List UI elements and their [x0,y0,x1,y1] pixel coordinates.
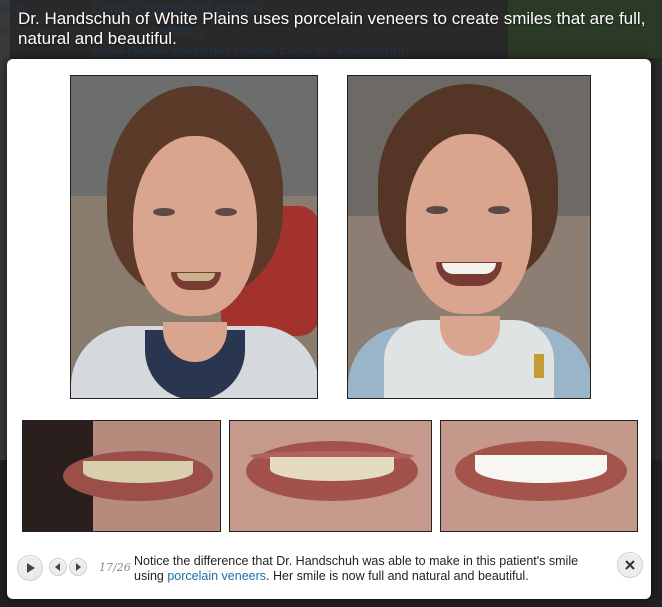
play-button[interactable] [17,555,43,581]
previous-button[interactable] [49,558,67,576]
slide-counter: 17/26 [99,561,131,574]
after-portrait-photo [347,75,591,399]
next-icon [76,563,81,571]
page-title: Dr. Handschuh of White Plains uses porce… [18,9,646,48]
porcelain-veneers-link[interactable]: porcelain veneers [167,569,266,583]
lightbox-panel: 17/26 Notice the difference that Dr. Han… [7,59,651,599]
caption-text-end: . Her smile is now full and natural and … [266,569,529,583]
lightbox-controls: 17/26 Notice the difference that Dr. Han… [7,549,651,593]
prev-icon [55,563,60,571]
next-button[interactable] [69,558,87,576]
smile-profile-photo [22,420,221,532]
close-button[interactable] [617,552,643,578]
smile-before-closeup-photo [229,420,432,532]
before-portrait-photo [70,75,318,399]
close-icon [625,560,635,570]
smile-after-closeup-photo [440,420,638,532]
play-icon [27,563,35,573]
slide-caption: Notice the difference that Dr. Handschuh… [134,554,604,584]
